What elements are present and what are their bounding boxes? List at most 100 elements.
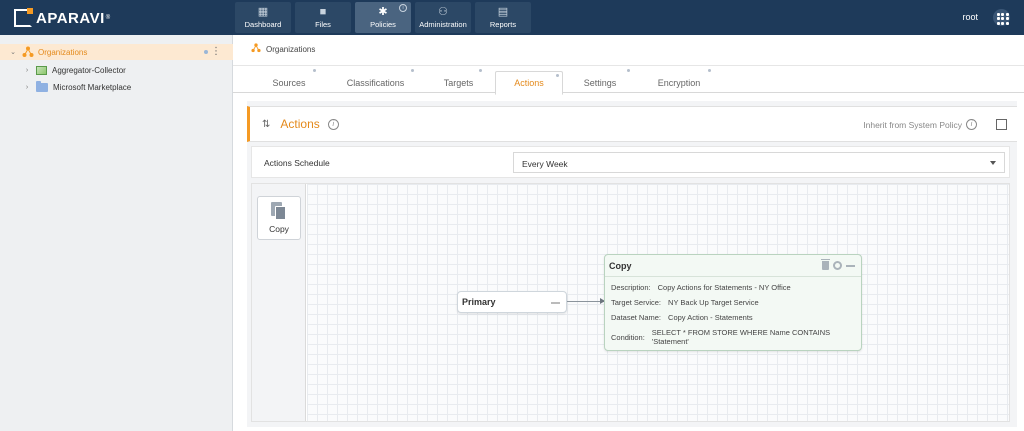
actions-header: ⇅ Actions i Inherit from System Policy i [247, 106, 1017, 142]
actions-content: ⇅ Actions i Inherit from System Policy i… [247, 101, 1017, 427]
nav-reports[interactable]: ▤ Reports [475, 2, 531, 33]
user-name[interactable]: root [962, 12, 978, 22]
field-target-service: Target Service: NY Back Up Target Servic… [605, 298, 861, 307]
logo-text: APARAVI [36, 9, 105, 27]
collector-icon [36, 65, 47, 75]
chevron-down-icon[interactable]: ⌄ [8, 48, 18, 56]
schedule-label: Actions Schedule [264, 158, 330, 168]
field-value: NY Back Up Target Service [668, 298, 759, 307]
clipboard-icon: ▤ [497, 6, 509, 18]
copy-icon [271, 202, 287, 220]
copy-node-fields: Description: Copy Actions for Statements… [605, 283, 861, 346]
field-dataset-name: Dataset Name: Copy Action - Statements [605, 313, 861, 322]
chevron-right-icon[interactable]: › [22, 84, 32, 91]
schedule-value: Every Week [522, 159, 568, 169]
tab-label: Targets [443, 77, 474, 88]
nav-policies[interactable]: ✱ Policies i [355, 2, 411, 33]
kebab-menu-icon[interactable]: ⋮ [211, 45, 221, 59]
tab-label: Actions [514, 78, 544, 88]
organization-icon [22, 46, 34, 58]
dashboard-icon: ▦ [257, 6, 269, 18]
primary-node-label: Primary [462, 297, 496, 307]
tab-label: Classifications [346, 77, 405, 88]
users-icon: ⚇ [438, 6, 448, 18]
top-bar: APARAVI ® ▦ Dashboard ■ Files ✱ Policies… [0, 0, 1024, 35]
sidebar: ⌄ Organizations ⋮ › Aggregator-Collector… [0, 35, 233, 431]
folder-icon: ■ [319, 6, 327, 18]
tree-item-label: Aggregator-Collector [52, 65, 126, 75]
field-key: Condition: [611, 332, 645, 342]
main-nav: ▦ Dashboard ■ Files ✱ Policies i ⚇ Admin… [235, 2, 531, 33]
field-value: Copy Action - Statements [668, 313, 753, 322]
apps-grid-icon[interactable] [993, 9, 1010, 26]
field-key: Description: [611, 283, 651, 292]
nav-reports-label: Reports [489, 20, 517, 29]
copy-node-title: Copy [609, 260, 632, 271]
flow-editor: Copy Primary Copy Description: Copy Acti… [251, 183, 1010, 422]
gear-icon: ✱ [378, 6, 388, 18]
status-dot [204, 50, 208, 54]
field-description: Description: Copy Actions for Statements… [605, 283, 861, 292]
tab-targets[interactable]: Targets [436, 69, 482, 94]
flow-icon: ⇅ [262, 118, 271, 130]
tree-item-aggregator-collector[interactable]: › Aggregator-Collector [0, 62, 233, 78]
tree-item-label: Microsoft Marketplace [53, 82, 132, 92]
policy-tabs: Sources Classifications Targets Actions … [233, 65, 1024, 95]
tab-label: Encryption [657, 77, 701, 88]
field-condition: Condition: SELECT * FROM STORE WHERE Nam… [605, 328, 861, 346]
nav-dashboard[interactable]: ▦ Dashboard [235, 2, 291, 33]
chevron-right-icon[interactable]: › [22, 67, 32, 74]
action-palette: Copy [252, 184, 306, 421]
inherit-policy-label: Inherit from System Policy i [863, 119, 977, 130]
tree-item-label: Organizations [38, 47, 88, 57]
inherit-checkbox[interactable] [996, 119, 1007, 130]
tab-encryption[interactable]: Encryption [651, 69, 711, 94]
nav-dashboard-label: Dashboard [244, 20, 282, 29]
aparavi-logo[interactable]: APARAVI ® [14, 8, 111, 28]
folder-icon [36, 80, 48, 92]
main-panel: Organizations Sources Classifications Ta… [233, 35, 1024, 431]
section-title: Actions [280, 117, 320, 131]
palette-copy-action[interactable]: Copy [257, 196, 301, 240]
breadcrumb-label[interactable]: Organizations [266, 45, 315, 54]
primary-node[interactable]: Primary [457, 291, 567, 313]
palette-copy-label: Copy [269, 224, 289, 234]
info-icon[interactable]: i [966, 119, 977, 130]
flow-canvas[interactable]: Primary Copy Description: Copy Actions f… [307, 184, 1009, 421]
inherit-label-text: Inherit from System Policy [863, 119, 962, 130]
nav-policies-label: Policies [370, 20, 396, 29]
chevron-down-icon [990, 161, 996, 165]
tab-sources[interactable]: Sources [263, 69, 316, 94]
tab-settings[interactable]: Settings [576, 69, 630, 94]
gear-icon[interactable] [833, 261, 842, 270]
tab-classifications[interactable]: Classifications [338, 69, 414, 94]
field-value: SELECT * FROM STORE WHERE Name CONTAINS … [651, 328, 831, 346]
tab-label: Settings [583, 77, 617, 88]
field-key: Dataset Name: [611, 313, 662, 322]
tab-label: Sources [272, 77, 306, 88]
collapse-icon[interactable] [846, 264, 855, 267]
trash-icon[interactable] [821, 259, 830, 270]
actions-schedule-row: Actions Schedule Every Week [251, 146, 1010, 178]
tree-item-microsoft-marketplace[interactable]: › Microsoft Marketplace [0, 79, 233, 95]
nav-files[interactable]: ■ Files [295, 2, 351, 33]
tree-item-organizations[interactable]: ⌄ Organizations ⋮ [0, 44, 233, 60]
organization-icon [251, 43, 261, 55]
nav-files-label: Files [315, 20, 331, 29]
flow-connector-arrow [567, 298, 605, 304]
breadcrumb: Organizations [251, 43, 315, 55]
field-value: Copy Actions for Statements - NY Office [657, 283, 791, 292]
copy-node-header: Copy [605, 255, 861, 277]
node-tools [821, 259, 855, 270]
collapse-icon[interactable] [551, 302, 560, 304]
nav-administration-label: Administration [419, 20, 467, 29]
field-key: Target Service: [611, 298, 662, 307]
schedule-select[interactable]: Every Week [513, 152, 1005, 173]
info-icon[interactable]: i [327, 118, 339, 130]
nav-administration[interactable]: ⚇ Administration [415, 2, 471, 33]
info-icon[interactable]: i [399, 4, 407, 12]
copy-node[interactable]: Copy Description: Copy Actions for State… [604, 254, 862, 351]
aparavi-logo-icon [14, 8, 33, 27]
trademark: ® [105, 15, 111, 21]
tab-actions[interactable]: Actions [495, 71, 563, 95]
